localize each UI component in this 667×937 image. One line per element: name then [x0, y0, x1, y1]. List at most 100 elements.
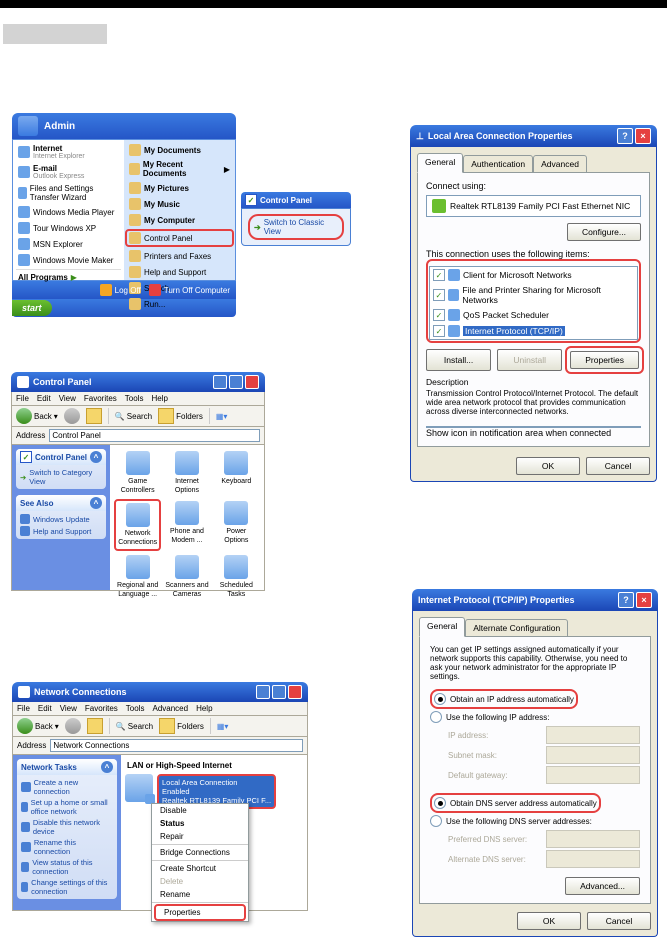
search-button[interactable]: 🔍 Search	[115, 412, 152, 421]
sm-help[interactable]: Help and Support	[127, 265, 232, 279]
tab-alternate[interactable]: Alternate Configuration	[465, 619, 568, 637]
menu-favorites[interactable]: Favorites	[84, 394, 117, 403]
collapse-icon[interactable]: ^	[101, 761, 113, 773]
sm-recent[interactable]: My Recent Documents ▶	[127, 159, 232, 179]
task-disable-device[interactable]: Disable this network device	[21, 818, 113, 836]
folders-button[interactable]: Folders	[158, 408, 203, 424]
forward-button[interactable]	[64, 408, 80, 424]
up-button[interactable]	[86, 408, 102, 424]
sm-wmm[interactable]: Windows Movie Maker	[16, 253, 121, 267]
sm-allprograms[interactable]: All Programs ▶	[16, 272, 121, 283]
tab-authentication[interactable]: Authentication	[463, 155, 533, 173]
search-button[interactable]: 🔍 Search	[116, 722, 153, 731]
views-button[interactable]: ▦▾	[216, 412, 228, 421]
sm-printers[interactable]: Printers and Faxes	[127, 249, 232, 263]
minimize-button[interactable]	[213, 375, 227, 389]
help-button[interactable]: ?	[618, 592, 634, 608]
menu-view[interactable]: View	[59, 394, 76, 403]
menu-tools[interactable]: Tools	[125, 394, 144, 403]
collapse-icon[interactable]: ^	[90, 451, 102, 463]
icon-network[interactable]: Network Connections	[114, 499, 161, 551]
ctx-status[interactable]: Status	[152, 817, 248, 830]
start-button[interactable]: start	[12, 300, 52, 316]
sm-fst[interactable]: Files and Settings Transfer Wizard	[16, 183, 121, 203]
menu-advanced[interactable]: Advanced	[152, 704, 188, 713]
task-change-settings[interactable]: Change settings of this connection	[21, 878, 113, 896]
radio-use-ip[interactable]: Use the following IP address:	[430, 709, 640, 725]
switch-category-link[interactable]: ➔Switch to Category View	[20, 468, 102, 486]
sm-mymusic[interactable]: My Music	[127, 197, 232, 211]
windows-update-link[interactable]: Windows Update	[20, 514, 102, 524]
up-button[interactable]	[87, 718, 103, 734]
tab-general[interactable]: General	[419, 617, 465, 637]
help-support-link[interactable]: Help and Support	[20, 526, 102, 536]
sm-internet[interactable]: InternetInternet Explorer	[16, 143, 121, 161]
close-button[interactable]	[288, 685, 302, 699]
ok-button[interactable]: OK	[516, 457, 580, 475]
help-button[interactable]: ?	[617, 128, 633, 144]
configure-button[interactable]: Configure...	[567, 223, 641, 241]
menu-file[interactable]: File	[17, 704, 30, 713]
menu-help[interactable]: Help	[196, 704, 212, 713]
views-button[interactable]: ▦▾	[217, 722, 229, 731]
ctx-properties[interactable]: Properties	[156, 906, 244, 919]
task-view-status[interactable]: View status of this connection	[21, 858, 113, 876]
close-button[interactable]: ×	[636, 592, 652, 608]
collapse-icon[interactable]: ^	[90, 497, 102, 509]
cancel-button[interactable]: Cancel	[587, 912, 651, 930]
task-setup-network[interactable]: Set up a home or small office network	[21, 798, 113, 816]
properties-button[interactable]: Properties	[570, 351, 639, 369]
sm-tour[interactable]: Tour Windows XP	[16, 221, 121, 235]
icon-phone[interactable]: Phone and Modem ...	[163, 499, 210, 551]
close-button[interactable]	[245, 375, 259, 389]
ctx-disable[interactable]: Disable	[152, 804, 248, 817]
items-listbox[interactable]: ✓Client for Microsoft Networks ✓File and…	[429, 266, 638, 340]
menu-view[interactable]: View	[60, 704, 77, 713]
sm-wmp[interactable]: Windows Media Player	[16, 205, 121, 219]
folders-button[interactable]: Folders	[159, 718, 204, 734]
address-input[interactable]	[49, 429, 260, 442]
menu-help[interactable]: Help	[151, 394, 167, 403]
sm-email[interactable]: E-mailOutlook Express	[16, 163, 121, 181]
icon-keyboard[interactable]: Keyboard	[213, 449, 260, 497]
menu-favorites[interactable]: Favorites	[85, 704, 118, 713]
show-icon-checkbox[interactable]: Show icon in notification area when conn…	[426, 426, 641, 438]
item-client-ms[interactable]: ✓Client for Microsoft Networks	[430, 267, 637, 283]
item-tcpip[interactable]: ✓Internet Protocol (TCP/IP)	[430, 323, 637, 339]
install-button[interactable]: Install...	[426, 349, 491, 371]
task-rename-conn[interactable]: Rename this connection	[21, 838, 113, 856]
menu-file[interactable]: File	[16, 394, 29, 403]
ctx-repair[interactable]: Repair	[152, 830, 248, 843]
ctx-rename[interactable]: Rename	[152, 888, 248, 901]
menu-tools[interactable]: Tools	[126, 704, 145, 713]
sm-mycomputer[interactable]: My Computer	[127, 213, 232, 227]
menu-edit[interactable]: Edit	[38, 704, 52, 713]
icon-game[interactable]: Game Controllers	[114, 449, 161, 497]
uninstall-button[interactable]: Uninstall	[497, 349, 562, 371]
address-input[interactable]	[50, 739, 303, 752]
minimize-button[interactable]	[256, 685, 270, 699]
advanced-button[interactable]: Advanced...	[565, 877, 640, 895]
maximize-button[interactable]	[272, 685, 286, 699]
radio-auto-ip[interactable]: Obtain an IP address automatically	[434, 691, 574, 707]
logoff-button[interactable]: Log Off	[100, 284, 141, 296]
icon-scanners[interactable]: Scanners and Cameras	[163, 553, 210, 601]
close-button[interactable]: ×	[635, 128, 651, 144]
cp-menubar[interactable]: File Edit View Favorites Tools Help	[11, 392, 265, 406]
task-create-conn[interactable]: Create a new connection	[21, 778, 113, 796]
back-button[interactable]: Back ▾	[17, 718, 59, 734]
turnoff-button[interactable]: Turn Off Computer	[149, 284, 230, 296]
sm-mypics[interactable]: My Pictures	[127, 181, 232, 195]
item-qos[interactable]: ✓QoS Packet Scheduler	[430, 307, 637, 323]
ctx-bridge[interactable]: Bridge Connections	[152, 846, 248, 859]
sm-controlpanel[interactable]: Control Panel	[125, 229, 234, 247]
icon-internet[interactable]: Internet Options	[163, 449, 210, 497]
ok-button[interactable]: OK	[517, 912, 581, 930]
icon-power[interactable]: Power Options	[213, 499, 260, 551]
cancel-button[interactable]: Cancel	[586, 457, 650, 475]
icon-regional[interactable]: Regional and Language ...	[114, 553, 161, 601]
icon-scheduled[interactable]: Scheduled Tasks	[213, 553, 260, 601]
sm-msn[interactable]: MSN Explorer	[16, 237, 121, 251]
tab-general[interactable]: General	[417, 153, 463, 173]
switch-classic-link[interactable]: ➔ Switch to Classic View	[248, 214, 344, 240]
